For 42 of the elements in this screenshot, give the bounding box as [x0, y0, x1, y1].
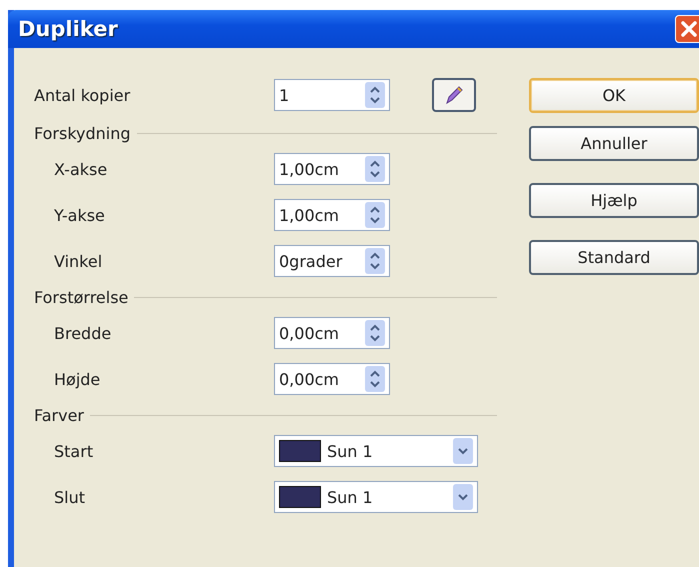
spin-field[interactable]: 0,00cm — [274, 317, 390, 349]
field-label: Start — [53, 442, 94, 460]
group-heading: Farver — [34, 406, 84, 424]
field-label: Antal kopier — [34, 86, 132, 104]
spin-arrows-icon[interactable] — [365, 248, 385, 274]
field-label: Bredde — [53, 324, 112, 342]
spin-arrows-icon[interactable] — [365, 82, 385, 108]
window-title: Dupliker — [18, 17, 118, 41]
spin-field[interactable]: 1,00cm — [274, 153, 390, 185]
dialog-button[interactable]: Standard — [529, 240, 699, 275]
field-label: Y-akse — [53, 206, 106, 224]
group-heading: Forstørrelse — [34, 288, 128, 306]
pencil-button[interactable] — [432, 78, 476, 112]
dialog-button[interactable]: OK — [529, 78, 699, 113]
field-value: Sun 1 — [327, 488, 374, 506]
field-value: 0grader — [279, 252, 344, 270]
spin-arrows-icon[interactable] — [365, 366, 385, 392]
spin-field[interactable]: 0,00cm — [274, 363, 390, 395]
field-value: 0,00cm — [279, 370, 340, 388]
spin-arrows-icon[interactable] — [365, 156, 385, 182]
spin-arrows-icon[interactable] — [365, 202, 385, 228]
dialog-button[interactable]: Hjælp — [529, 183, 699, 218]
field-value: 0,00cm — [279, 324, 340, 342]
dialog-button[interactable]: Annuller — [529, 126, 699, 161]
group-heading: Forskydning — [34, 124, 131, 142]
field-value: Sun 1 — [327, 442, 374, 460]
field-label: Slut — [53, 488, 86, 506]
field-label: Vinkel — [53, 252, 104, 270]
field-value: 1 — [279, 86, 290, 104]
close-button[interactable] — [675, 15, 699, 43]
pencil-icon — [443, 84, 465, 106]
field-value: 1,00cm — [279, 160, 340, 178]
close-icon — [680, 20, 698, 38]
spin-field[interactable]: 1,00cm — [274, 199, 390, 231]
spin-field[interactable]: 1 — [274, 79, 390, 111]
field-label: Højde — [53, 370, 102, 388]
color-dropdown[interactable]: Sun 1 — [274, 435, 478, 467]
field-label: X-akse — [53, 160, 108, 178]
spin-arrows-icon[interactable] — [365, 320, 385, 346]
spin-field[interactable]: 0grader — [274, 245, 390, 277]
field-value: 1,00cm — [279, 206, 340, 224]
color-dropdown[interactable]: Sun 1 — [274, 481, 478, 513]
